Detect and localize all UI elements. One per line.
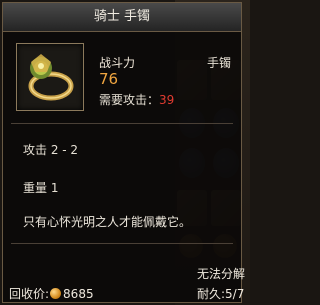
durability-value: 耐久:5/7 [197,287,245,301]
gold-coin-icon [50,288,62,299]
item-category: 手镯 [207,56,232,70]
resale-price: 回收价: 8685 [9,285,94,302]
resale-value: 8685 [63,287,94,301]
combat-power-label: 战斗力 [99,56,136,70]
attack-requirement: 需要攻击：39 [99,91,174,108]
item-title: 骑士 手镯 [3,3,241,32]
item-description: 只有心怀光明之人才能佩戴它。 [23,215,192,229]
attack-requirement-value: 39 [159,93,175,107]
bracelet-icon [28,54,74,101]
no-decompose-label: 无法分解 [197,267,246,281]
resale-label: 回收价: [9,287,50,301]
divider [11,123,233,124]
attack-stat: 攻击 2 - 2 [23,143,79,157]
item-icon-frame [16,43,84,111]
weight-stat: 重量 1 [23,181,59,195]
attack-requirement-label: 需要攻击： [99,93,160,107]
combat-power-value: 76 [99,70,119,88]
divider [11,243,233,244]
item-tooltip: 骑士 手镯 战斗力 76 需要攻击：39 手镯 攻击 2 - 2 重量 1 只有… [2,2,246,303]
